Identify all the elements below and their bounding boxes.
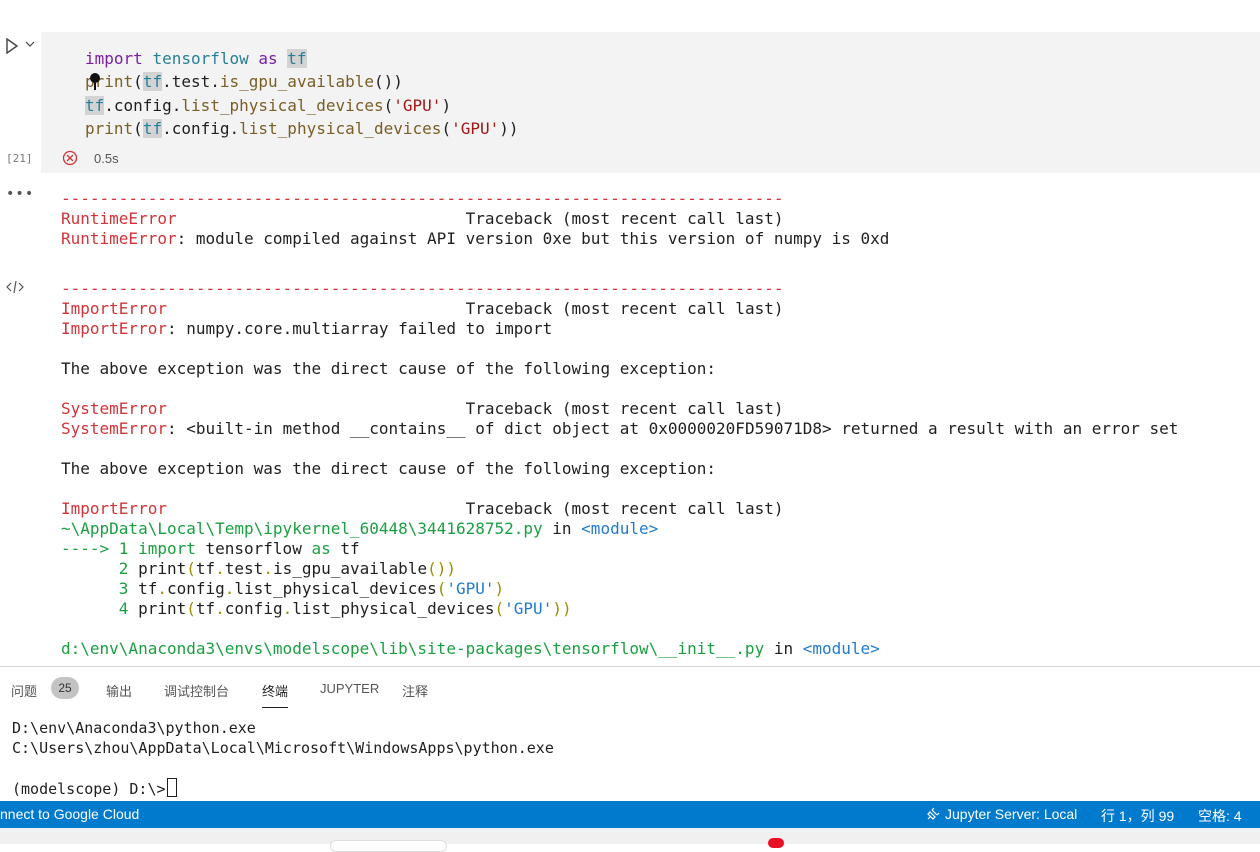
output-token: SystemError [61, 419, 167, 438]
output-token: tf [138, 579, 158, 598]
output-line: ImportError Traceback (most recent call … [61, 499, 783, 519]
tab-jupyter[interactable]: JUPYTER [320, 681, 379, 696]
notification-badge [768, 838, 784, 848]
output-line: ----------------------------------------… [61, 189, 783, 209]
output-line: d:\env\Anaconda3\envs\modelscope\lib\sit… [61, 639, 880, 659]
jupyter-server-label: Jupyter Server: Local [945, 806, 1078, 822]
output-token: 3 [61, 579, 139, 598]
output-line: ~\AppData\Local\Temp\ipykernel_60448\344… [61, 519, 658, 539]
output-line: ----> 1 import tensorflow as tf [61, 539, 360, 559]
output-token: ) [494, 579, 505, 598]
output-token: ----------------------------------------… [61, 279, 784, 298]
output-token: RuntimeError [61, 229, 177, 248]
status-remote[interactable]: nnect to Google Cloud [0, 806, 139, 822]
output-token: The above exception was the direct cause… [61, 359, 717, 378]
output-line: 3 tf.config.list_physical_devices('GPU') [61, 579, 504, 599]
terminal-cursor [166, 778, 177, 797]
output-token: as [311, 539, 331, 558]
output-token: is_gpu_available [272, 559, 428, 578]
output-line: RuntimeError Traceback (most recent call… [61, 209, 783, 229]
output-token: : module compiled against API version 0x… [176, 229, 890, 248]
output-token: The above exception was the direct cause… [61, 459, 717, 478]
output-token: <module> [802, 639, 880, 658]
output-token: test [224, 559, 264, 578]
output-token: 'GPU' [446, 579, 495, 598]
status-cursor-position[interactable]: 行 1，列 99 [1101, 806, 1174, 826]
output-line: SystemError: <built-in method __contains… [61, 419, 1178, 439]
output-token: RuntimeError [61, 209, 177, 228]
output-token: ( [186, 559, 196, 578]
output-line: ----------------------------------------… [61, 279, 783, 299]
output-token: ImportError [61, 499, 167, 518]
output-line: SystemError Traceback (most recent call … [61, 399, 783, 419]
output-token: . [157, 579, 167, 598]
tab-terminal[interactable]: 终端 [262, 681, 289, 708]
output-token: . [224, 579, 235, 598]
output-token: Traceback (most recent call last) [166, 299, 784, 318]
output-token: ( [494, 599, 505, 618]
output-token: Traceback (most recent call last) [166, 499, 784, 518]
output-token: d:\env\Anaconda3\envs\modelscope\lib\sit… [61, 639, 765, 658]
output-token: config [166, 579, 225, 598]
terminal-prompt-line[interactable]: (modelscope) D:\> [12, 778, 177, 799]
output-token: 'GPU' [504, 599, 553, 618]
taskbar-search[interactable] [330, 840, 447, 852]
output-token: ( [186, 599, 196, 618]
output-token: list_physical_devices [292, 599, 495, 618]
output-line: ImportError: numpy.core.multiarray faile… [61, 319, 552, 339]
terminal-line: C:\Users\zhou\AppData\Local\Microsoft\Wi… [12, 739, 554, 757]
output-token: print [138, 599, 187, 618]
terminal-line: D:\env\Anaconda3\python.exe [12, 719, 256, 737]
output-token: : numpy.core.multiarray failed to import [166, 319, 553, 338]
tab-output[interactable]: 输出 [106, 681, 132, 700]
output-line: 2 print(tf.test.is_gpu_available()) [61, 559, 456, 579]
output-token: . [215, 559, 225, 578]
status-bar: nnect to Google Cloud Jupyter Server: Lo… [0, 801, 1260, 828]
output-token: list_physical_devices [234, 579, 437, 598]
status-indentation[interactable]: 空格: 4 [1198, 806, 1242, 826]
output-token: ----------------------------------------… [61, 189, 784, 208]
output-token: in [542, 519, 582, 538]
output-token: Traceback (most recent call last) [176, 209, 784, 228]
cell-output: ----------------------------------------… [0, 0, 1260, 666]
output-token: <module> [581, 519, 659, 538]
output-token: in [764, 639, 803, 658]
output-token: )) [552, 599, 572, 618]
output-token: config [224, 599, 283, 618]
output-token: tf [330, 539, 360, 558]
output-line: The above exception was the direct cause… [61, 359, 716, 379]
output-token: : <built-in method __contains__ of dict … [166, 419, 1179, 438]
output-token: . [215, 599, 225, 618]
output-token: . [263, 559, 273, 578]
output-token: ~\AppData\Local\Temp\ipykernel_60448\344… [61, 519, 543, 538]
output-token: ImportError [61, 299, 167, 318]
output-token: ( [436, 579, 447, 598]
output-token: 4 [61, 599, 139, 618]
output-line: RuntimeError: module compiled against AP… [61, 229, 889, 249]
output-line: The above exception was the direct cause… [61, 459, 716, 479]
output-token: print [138, 559, 187, 578]
output-token: Traceback (most recent call last) [166, 399, 784, 418]
output-token: tf [195, 559, 216, 578]
taskbar-strip [0, 828, 1260, 844]
output-token: . [282, 599, 293, 618]
output-token: tensorflow [195, 539, 312, 558]
output-token: tf [195, 599, 216, 618]
output-token: ImportError [61, 319, 167, 338]
status-jupyter-server[interactable]: Jupyter Server: Local [926, 806, 1077, 822]
output-token: ----> 1 [61, 539, 139, 558]
output-line: ImportError Traceback (most recent call … [61, 299, 783, 319]
tab-comments[interactable]: 注释 [402, 681, 428, 700]
terminal-prompt: (modelscope) D:\> [12, 780, 166, 798]
problems-count-badge: 25 [51, 677, 79, 699]
output-line: 4 print(tf.config.list_physical_devices(… [61, 599, 572, 619]
output-token: SystemError [61, 399, 167, 418]
plug-icon [927, 807, 940, 820]
output-token: import [138, 539, 196, 558]
tab-debug-console[interactable]: 调试控制台 [164, 681, 229, 700]
output-token: 2 [61, 559, 139, 578]
tab-problems[interactable]: 问题 [11, 681, 37, 700]
output-token: ()) [427, 559, 456, 578]
